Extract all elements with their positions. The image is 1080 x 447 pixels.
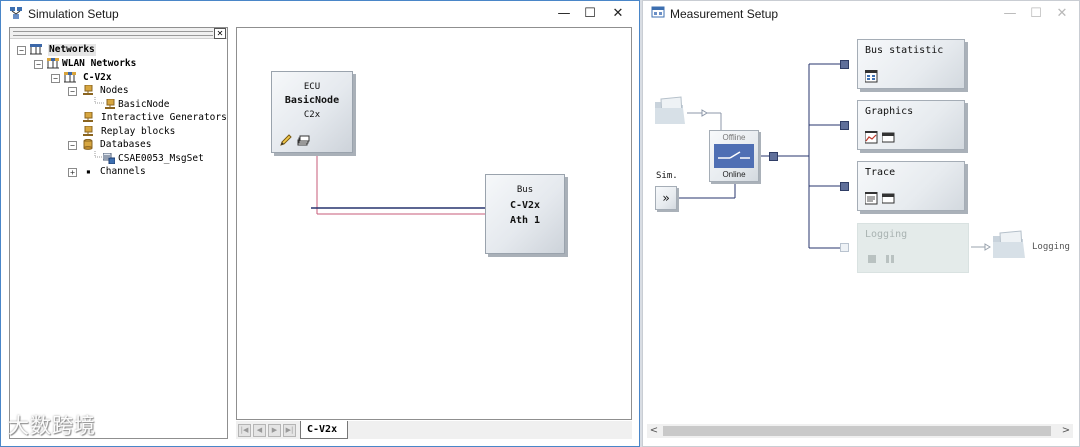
ecu-network-label: C2x	[303, 110, 321, 120]
ecu-basicnode-block[interactable]: ECU BasicNode C2x	[271, 71, 353, 153]
bus-name-label: C-V2x	[509, 200, 541, 211]
close-button[interactable]: ✕	[605, 4, 631, 24]
record-icon[interactable]	[867, 254, 877, 264]
tree-expander-c-v2x[interactable]: −	[51, 74, 60, 83]
graphics-label: Graphics	[865, 106, 914, 117]
measurement-setup-titlebar[interactable]: Measurement Setup — ☐ ✕	[643, 1, 1079, 27]
tree-item-networks[interactable]: Networks	[48, 44, 96, 56]
tree-expander-networks[interactable]: −	[17, 46, 26, 55]
scroll-right-button[interactable]: >	[1059, 424, 1073, 438]
trace-connector[interactable]	[840, 182, 849, 191]
offline-online-switch[interactable]: Offline Online	[709, 130, 759, 182]
generator-icon	[83, 112, 93, 122]
watermark-text: 大数跨境	[8, 414, 96, 438]
bus-channel-label: Ath 1	[509, 215, 541, 226]
bus-c-v2x-block[interactable]: Bus C-V2x Ath 1	[485, 174, 565, 254]
switch-icon	[714, 144, 754, 168]
wlan-network-icon	[47, 58, 59, 69]
tree-panel-close-button[interactable]: ✕	[214, 28, 226, 39]
tree-item-c-v2x[interactable]: C-V2x	[83, 72, 112, 84]
tree-item-replay-blocks[interactable]: Replay blocks	[101, 126, 175, 138]
tree-item-databases[interactable]: Databases	[100, 139, 151, 151]
maximize-button[interactable]: ☐	[577, 4, 603, 24]
tree-expander-channels[interactable]: +	[68, 168, 77, 177]
bus-statistic-label: Bus statistic	[865, 45, 944, 56]
previous-sheet-button[interactable]: ◀	[253, 424, 266, 437]
trace-label: Trace	[865, 167, 896, 178]
tree-item-interactive-generators[interactable]: Interactive Generators	[101, 112, 227, 124]
tree-item-basicnode[interactable]: BasicNode	[118, 99, 169, 111]
sheet-tab-bar: |◀ ◀ ▶ ▶| C-V2x	[236, 421, 632, 439]
tab-c-v2x[interactable]: C-V2x	[300, 421, 349, 439]
offline-label: Offline	[722, 133, 746, 142]
channels-bullet-icon: ▪	[86, 167, 91, 176]
maximize-button[interactable]: ☐	[1023, 4, 1049, 24]
scroll-left-button[interactable]: <	[647, 424, 661, 438]
bus-statistic-block[interactable]: Bus statistic	[857, 39, 965, 89]
tree-expander-databases[interactable]: −	[68, 141, 77, 150]
bus-statistic-connector[interactable]	[840, 60, 849, 69]
horizontal-scrollbar[interactable]: < >	[647, 424, 1073, 438]
tree-expander-wlan-networks[interactable]: −	[34, 60, 43, 69]
graphics-connector[interactable]	[840, 121, 849, 130]
tree-item-csae0053-msgset[interactable]: CSAE0053_MsgSet	[118, 153, 204, 165]
pencil-icon[interactable]	[279, 134, 292, 147]
network-icon	[30, 44, 42, 55]
tree-panel-grip[interactable]	[13, 31, 213, 36]
wlan-network-icon	[64, 72, 76, 83]
statistics-window-icon[interactable]	[865, 70, 878, 83]
sim-label: Sim.	[656, 171, 678, 181]
logging-block[interactable]: Logging	[857, 223, 969, 273]
bus-type-label: Bus	[516, 185, 534, 195]
online-label: Online	[722, 170, 746, 179]
stack-icon[interactable]	[297, 134, 310, 147]
tree-item-channels[interactable]: Channels	[100, 166, 146, 178]
simulation-setup-title: Simulation Setup	[28, 7, 119, 21]
ecu-name-label: BasicNode	[284, 95, 340, 106]
tree-item-wlan-networks[interactable]: WLAN Networks	[62, 58, 136, 70]
logging-folder-icon[interactable]	[991, 230, 1027, 260]
ecu-type-label: ECU	[303, 82, 321, 92]
last-sheet-button[interactable]: ▶|	[283, 424, 296, 437]
next-sheet-button[interactable]: ▶	[268, 424, 281, 437]
close-button[interactable]: ✕	[1049, 4, 1075, 24]
minimize-button[interactable]: —	[551, 4, 577, 24]
measurement-setup-icon	[651, 6, 665, 18]
simulation-canvas[interactable]: ECU BasicNode C2x Bus C-V2x Ath 1	[236, 27, 632, 420]
measurement-canvas[interactable]: Offline Online Sim. » Bus statistic Grap…	[647, 27, 1073, 422]
tree-connector	[94, 97, 104, 104]
node-icon	[105, 99, 115, 109]
measurement-setup-title: Measurement Setup	[670, 7, 779, 21]
switch-output-connector[interactable]	[769, 152, 778, 161]
window-icon[interactable]	[882, 131, 895, 144]
simulation-setup-titlebar[interactable]: Simulation Setup — ☐ ✕	[1, 1, 639, 27]
trace-block[interactable]: Trace	[857, 161, 965, 211]
node-icon	[83, 85, 93, 95]
simulation-setup-icon	[10, 7, 22, 19]
database-icon	[83, 139, 93, 150]
first-sheet-button[interactable]: |◀	[238, 424, 251, 437]
database-file-icon	[103, 153, 115, 164]
trace-window-icon[interactable]	[865, 192, 878, 205]
sim-source-button[interactable]: »	[655, 186, 677, 210]
tree-panel-header: ✕	[10, 28, 227, 39]
tree-item-nodes[interactable]: Nodes	[100, 85, 129, 97]
minimize-button[interactable]: —	[997, 4, 1023, 24]
logging-label: Logging	[865, 229, 908, 240]
window-icon[interactable]	[882, 192, 895, 205]
offline-source-folder-icon[interactable]	[653, 96, 687, 126]
graphics-window-icon[interactable]	[865, 131, 878, 144]
pause-icon[interactable]	[885, 254, 895, 264]
logging-output-label: Logging	[1032, 242, 1070, 252]
graphics-block[interactable]: Graphics	[857, 100, 965, 150]
replay-block-icon	[83, 126, 93, 136]
logging-connector[interactable]	[840, 243, 849, 252]
tree-expander-nodes[interactable]: −	[68, 87, 77, 96]
scrollbar-thumb[interactable]	[663, 426, 1051, 436]
network-tree-panel: ✕ − Networks − WLAN Networks − C-V2x − N…	[9, 27, 228, 439]
